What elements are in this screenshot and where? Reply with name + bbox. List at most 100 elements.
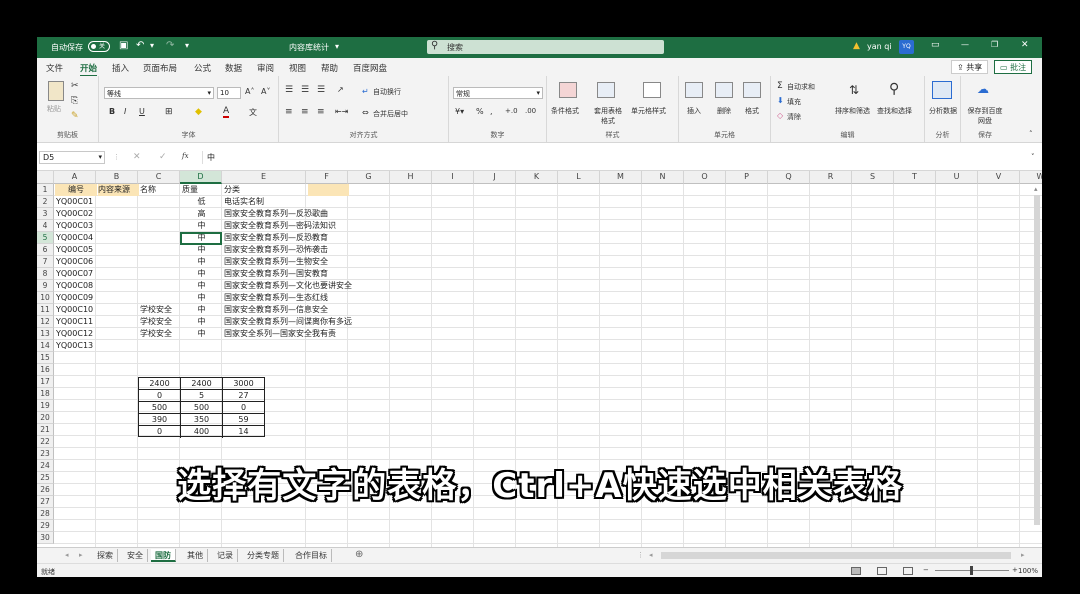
table-cell[interactable]: 3000	[223, 378, 264, 390]
row-header-17[interactable]: 17	[37, 376, 54, 388]
row-header-29[interactable]: 29	[37, 520, 54, 532]
cell-name[interactable]: 学校安全	[140, 316, 179, 328]
comma-icon[interactable]: ,	[490, 107, 493, 116]
cell-category[interactable]: 国家安全教育系列—反恐教育	[224, 232, 404, 244]
comments-button[interactable]: ▭ 批注	[994, 60, 1033, 74]
row-header-20[interactable]: 20	[37, 412, 54, 424]
undo-dropdown-icon[interactable]: ▾	[150, 41, 154, 50]
table-cell[interactable]: 59	[223, 414, 264, 426]
header-cell-category[interactable]: 分类	[224, 184, 307, 196]
font-size-select[interactable]: 10	[217, 87, 241, 99]
normal-view-icon[interactable]	[851, 567, 861, 575]
column-header-f[interactable]: F	[306, 171, 348, 184]
conditional-formatting-icon[interactable]	[559, 82, 577, 98]
row-header-5[interactable]: 5	[37, 232, 54, 244]
currency-icon[interactable]: ¥▾	[455, 107, 464, 116]
column-header-u[interactable]: U	[936, 171, 978, 184]
cell-quality[interactable]: 中	[182, 268, 221, 280]
wrap-text-button[interactable]: 自动换行	[373, 87, 401, 97]
row-header-21[interactable]: 21	[37, 424, 54, 436]
ribbon-display-icon[interactable]: ▭	[931, 40, 940, 50]
delete-cells-button[interactable]: 删除	[717, 106, 731, 116]
share-button[interactable]: ⇪ 共享	[951, 60, 989, 74]
column-header-q[interactable]: Q	[768, 171, 810, 184]
column-header-h[interactable]: H	[390, 171, 432, 184]
header-cell-quality[interactable]: 质量	[182, 184, 223, 196]
insert-function-icon[interactable]: fx	[182, 152, 189, 160]
baidu-cloud-icon[interactable]: ☁	[977, 82, 989, 96]
customize-qat-icon[interactable]: ▾	[185, 41, 189, 50]
decrease-decimal-icon[interactable]: .00	[525, 107, 536, 115]
search-box[interactable]: ⚲ 搜索	[427, 40, 664, 54]
collapse-ribbon-icon[interactable]: ˄	[1029, 130, 1033, 138]
scroll-left-icon[interactable]: ◂	[649, 551, 653, 559]
format-as-table-icon[interactable]	[597, 82, 615, 98]
table-cell[interactable]: 0	[223, 402, 264, 414]
font-color-icon[interactable]: A	[223, 106, 230, 118]
fill-icon[interactable]: ⬇	[777, 96, 784, 105]
fill-button[interactable]: 填充	[787, 97, 801, 107]
autosum-button[interactable]: 自动求和	[787, 82, 815, 92]
wrap-text-icon[interactable]: ↵	[362, 87, 369, 96]
column-header-a[interactable]: A	[54, 171, 96, 184]
increase-decimal-icon[interactable]: +.0	[505, 107, 518, 115]
row-header-16[interactable]: 16	[37, 364, 54, 376]
paste-icon[interactable]	[48, 81, 64, 101]
column-header-l[interactable]: L	[558, 171, 600, 184]
format-as-table-button[interactable]: 套用表格格式	[591, 106, 625, 126]
enter-icon[interactable]: ✓	[159, 152, 167, 162]
align-left-icon[interactable]: ≡	[285, 107, 293, 117]
add-sheet-icon[interactable]: ⊕	[355, 549, 363, 560]
insert-cells-button[interactable]: 插入	[687, 106, 701, 116]
cell-id[interactable]: YQ00C10	[56, 304, 95, 316]
column-header-e[interactable]: E	[222, 171, 306, 184]
tab-page-layout[interactable]: 页面布局	[143, 62, 177, 74]
shrink-font-icon[interactable]: A˅	[261, 87, 270, 96]
cell-quality[interactable]: 高	[182, 208, 221, 220]
row-header-12[interactable]: 12	[37, 316, 54, 328]
tab-split-icon[interactable]: ⋮	[637, 551, 644, 559]
column-header-g[interactable]: G	[348, 171, 390, 184]
italic-icon[interactable]: I	[124, 107, 126, 116]
cell-id[interactable]: YQ00C01	[56, 196, 95, 208]
page-layout-view-icon[interactable]	[877, 567, 887, 575]
scroll-up-icon[interactable]: ▴	[1034, 185, 1038, 193]
table-cell[interactable]: 390	[139, 414, 181, 426]
indent-icon[interactable]: ⇤⇥	[335, 107, 348, 116]
row-header-19[interactable]: 19	[37, 400, 54, 412]
save-to-baidu-button[interactable]: 保存到百度网盘	[967, 106, 1003, 126]
cell-name[interactable]: 学校安全	[140, 304, 179, 316]
horizontal-scrollbar-thumb[interactable]	[661, 552, 1011, 559]
table-cell[interactable]: 2400	[139, 378, 181, 390]
row-header-10[interactable]: 10	[37, 292, 54, 304]
align-middle-icon[interactable]: ☰	[301, 85, 309, 95]
column-header-t[interactable]: T	[894, 171, 936, 184]
tab-review[interactable]: 审阅	[257, 62, 274, 74]
scroll-right-icon[interactable]: ▸	[1021, 551, 1025, 559]
align-bottom-icon[interactable]: ☰	[317, 85, 325, 95]
active-cell-d5[interactable]	[180, 232, 222, 245]
cell-quality[interactable]: 中	[182, 244, 221, 256]
row-header-11[interactable]: 11	[37, 304, 54, 316]
cell-category[interactable]: 国家安全教育系列—密码法知识	[224, 220, 404, 232]
percent-icon[interactable]: %	[476, 107, 484, 116]
sheet-tab-6[interactable]: 合作目标	[291, 549, 332, 562]
row-header-13[interactable]: 13	[37, 328, 54, 340]
column-header-c[interactable]: C	[138, 171, 180, 184]
row-header-30[interactable]: 30	[37, 532, 54, 544]
underline-icon[interactable]: U	[139, 107, 145, 116]
row-header-22[interactable]: 22	[37, 436, 54, 448]
tab-home[interactable]: 开始	[80, 62, 98, 77]
next-sheet-icon[interactable]: ▸	[79, 551, 83, 559]
cell-quality[interactable]: 中	[182, 316, 221, 328]
document-title[interactable]: 内容库统计	[289, 42, 329, 53]
cell-id[interactable]: YQ00C06	[56, 256, 95, 268]
zoom-in-icon[interactable]: +	[1012, 566, 1018, 574]
cell-quality[interactable]: 中	[182, 328, 221, 340]
cell-quality[interactable]: 低	[182, 196, 221, 208]
sheet-tab-3[interactable]: 其他	[183, 549, 208, 562]
cell-quality[interactable]: 中	[182, 220, 221, 232]
restore-icon[interactable]: ❐	[991, 40, 998, 49]
cell-id[interactable]: YQ00C11	[56, 316, 95, 328]
page-break-view-icon[interactable]	[903, 567, 913, 575]
